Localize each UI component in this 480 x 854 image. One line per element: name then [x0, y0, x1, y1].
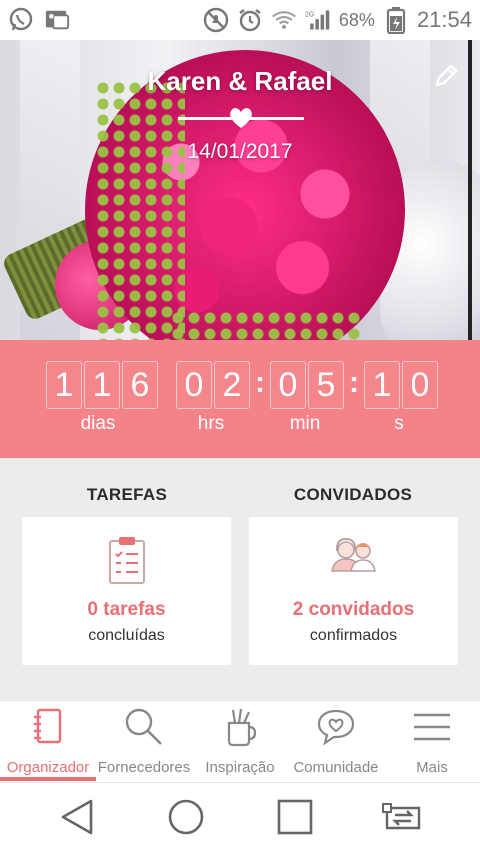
active-tab-indicator	[0, 777, 96, 781]
green-berries	[170, 310, 360, 340]
nav-mais[interactable]: Mais	[384, 701, 480, 783]
nav-label: Mais	[416, 759, 448, 776]
nav-organizador[interactable]: Organizador	[0, 701, 96, 783]
wifi-icon	[271, 7, 297, 33]
recents-icon	[277, 799, 313, 840]
countdown-separator: :	[349, 366, 359, 399]
countdown-separator: :	[255, 366, 265, 399]
tasks-subtitle: concluídas	[88, 627, 165, 644]
pencil-icon	[433, 63, 459, 94]
tasks-card[interactable]: 0 tarefas concluídas	[22, 517, 231, 665]
countdown-digit: 0	[176, 361, 212, 409]
hours-label: hrs	[197, 413, 225, 434]
tasks-title: TAREFAS	[86, 485, 168, 504]
bottom-navigation: Organizador Fornecedores Inspiração Comu…	[0, 700, 480, 782]
home-icon	[167, 798, 205, 841]
nav-inspiracao[interactable]: Inspiração	[192, 701, 288, 783]
countdown-panel: 1 1 6 0 2 : 0 5 : 1 0	[0, 340, 480, 458]
guests-card[interactable]: 2 convidados confirmados	[249, 517, 458, 665]
countdown-digit: 0	[270, 361, 306, 409]
countdown-digit: 1	[364, 361, 400, 409]
seconds-digits: 1 0	[364, 361, 440, 409]
minutes-digits: 0 5	[270, 361, 346, 409]
signal-icon: 2G	[305, 7, 331, 33]
guests-title: CONVIDADOS	[293, 485, 413, 504]
tasks-count: 0 tarefas	[87, 599, 166, 620]
guests-count: 2 convidados	[292, 599, 415, 620]
clock: 21:54	[416, 7, 472, 32]
switch-app-icon	[381, 800, 425, 839]
network-type: 2G	[305, 12, 314, 19]
couple-names: Karen & Rafael	[147, 66, 333, 96]
search-icon	[123, 707, 165, 752]
alarm-icon	[237, 7, 263, 33]
nav-label: Fornecedores	[97, 759, 191, 776]
status-bar-system: 2G 68% 21:54	[203, 7, 472, 34]
hours-digits: 0 2	[176, 361, 252, 409]
mute-icon	[203, 7, 229, 33]
edit-button[interactable]	[430, 62, 462, 94]
nav-label: Organizador	[6, 759, 90, 776]
nav-label: Inspiração	[205, 759, 275, 776]
heart-icon	[228, 106, 254, 130]
back-icon	[59, 798, 95, 841]
seconds-label: s	[394, 413, 404, 434]
back-button[interactable]	[55, 799, 99, 839]
battery-percent: 68%	[338, 9, 375, 30]
countdown-digit: 5	[308, 361, 344, 409]
countdown-digit: 0	[402, 361, 438, 409]
status-bar-notifications	[8, 7, 70, 33]
guests-subtitle: confirmados	[309, 627, 398, 644]
countdown-digit: 6	[122, 361, 158, 409]
clipboard-checklist-icon	[107, 535, 147, 590]
chat-heart-icon	[316, 708, 356, 751]
photo-notification-icon	[44, 7, 70, 33]
countdown-digit: 1	[84, 361, 120, 409]
battery-icon	[383, 7, 409, 34]
notebook-icon	[32, 708, 64, 751]
wedding-date: 14/01/2017	[187, 140, 293, 163]
system-navigation-bar	[0, 782, 480, 854]
countdown-digit: 2	[214, 361, 250, 409]
nav-comunidade[interactable]: Comunidade	[288, 701, 384, 783]
couple-guests-icon	[328, 535, 380, 580]
days-digits: 1 1 6	[46, 361, 160, 409]
days-label: dias	[80, 413, 116, 434]
switch-app-button[interactable]	[381, 799, 425, 839]
recents-button[interactable]	[273, 799, 317, 839]
nav-fornecedores[interactable]: Fornecedores	[96, 701, 192, 783]
menu-icon	[412, 711, 452, 748]
minutes-label: min	[289, 413, 321, 434]
whatsapp-icon	[8, 7, 34, 33]
countdown-digit: 1	[46, 361, 82, 409]
status-bar: 2G 68% 21:54	[0, 0, 480, 40]
home-button[interactable]	[164, 799, 208, 839]
pencil-cup-icon	[224, 707, 257, 752]
green-berries	[95, 80, 185, 340]
nav-label: Comunidade	[293, 759, 379, 776]
